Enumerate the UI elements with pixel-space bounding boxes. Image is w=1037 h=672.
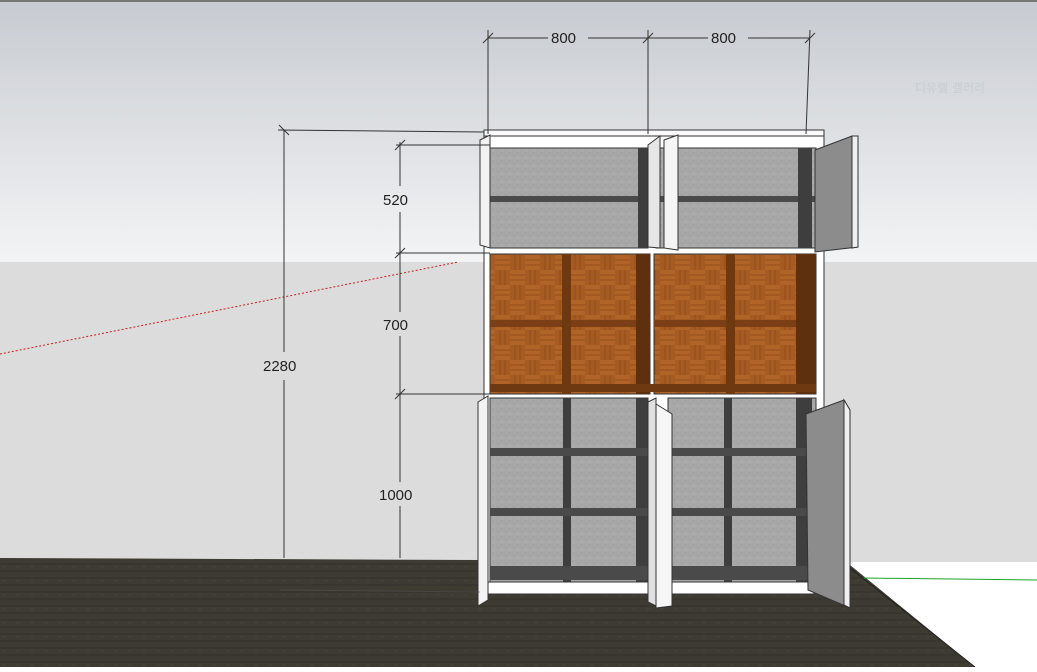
- upper-left-shelf: [490, 196, 648, 202]
- upper-right-shelf: [656, 196, 816, 202]
- dimension-label-top-right: 800: [711, 30, 736, 47]
- watermark-text: 디유렐 갤러리: [915, 81, 985, 95]
- upper-side-dark-r: [798, 148, 812, 248]
- dimension-label-top-left: 800: [551, 30, 576, 47]
- lower-side-dark-1: [636, 398, 648, 584]
- upper-right-door-edge: [851, 135, 859, 249]
- lower-divider-1: [563, 398, 571, 584]
- middle-side-dark-1: [636, 254, 650, 394]
- upper-mid-door-b[interactable]: [663, 134, 679, 251]
- dimension-label-total-height: 2280: [263, 358, 296, 375]
- model-canvas[interactable]: 디유렐 갤러리 800 800 2280 520 700 1000: [0, 0, 1037, 668]
- lower-shelf-1-left: [490, 448, 648, 456]
- green-axis: [861, 577, 1037, 581]
- lower-shelf-2-right: [668, 508, 816, 516]
- lower-mid-door-a[interactable]: [647, 397, 657, 607]
- lower-mid-door-b[interactable]: [655, 403, 673, 609]
- lower-left-door[interactable]: [477, 395, 489, 607]
- dimension-label-middle: 700: [383, 317, 408, 334]
- upper-side-dark: [638, 148, 648, 248]
- cabinet-top: [483, 129, 825, 137]
- dimension-label-upper: 520: [383, 192, 408, 209]
- lower-shelf-2-left: [490, 508, 648, 516]
- middle-divider-1: [562, 254, 571, 394]
- middle-side-dark-2: [796, 254, 816, 394]
- lower-divider-2: [724, 398, 732, 584]
- dimension-label-lower: 1000: [379, 487, 412, 504]
- lower-right-door[interactable]: [805, 399, 851, 609]
- middle-divider-2: [726, 254, 735, 394]
- middle-bottom: [490, 384, 816, 392]
- lower-shelf-1-right: [668, 448, 816, 456]
- lower-right-door-edge: [843, 398, 851, 609]
- sketchup-viewport[interactable]: 디유렐 갤러리 800 800 2280 520 700 1000: [0, 0, 1037, 668]
- upper-left-door[interactable]: [479, 134, 491, 249]
- cabinet[interactable]: [477, 129, 859, 609]
- lower-right-interior: [667, 397, 817, 585]
- upper-mid-door-a[interactable]: [647, 135, 661, 249]
